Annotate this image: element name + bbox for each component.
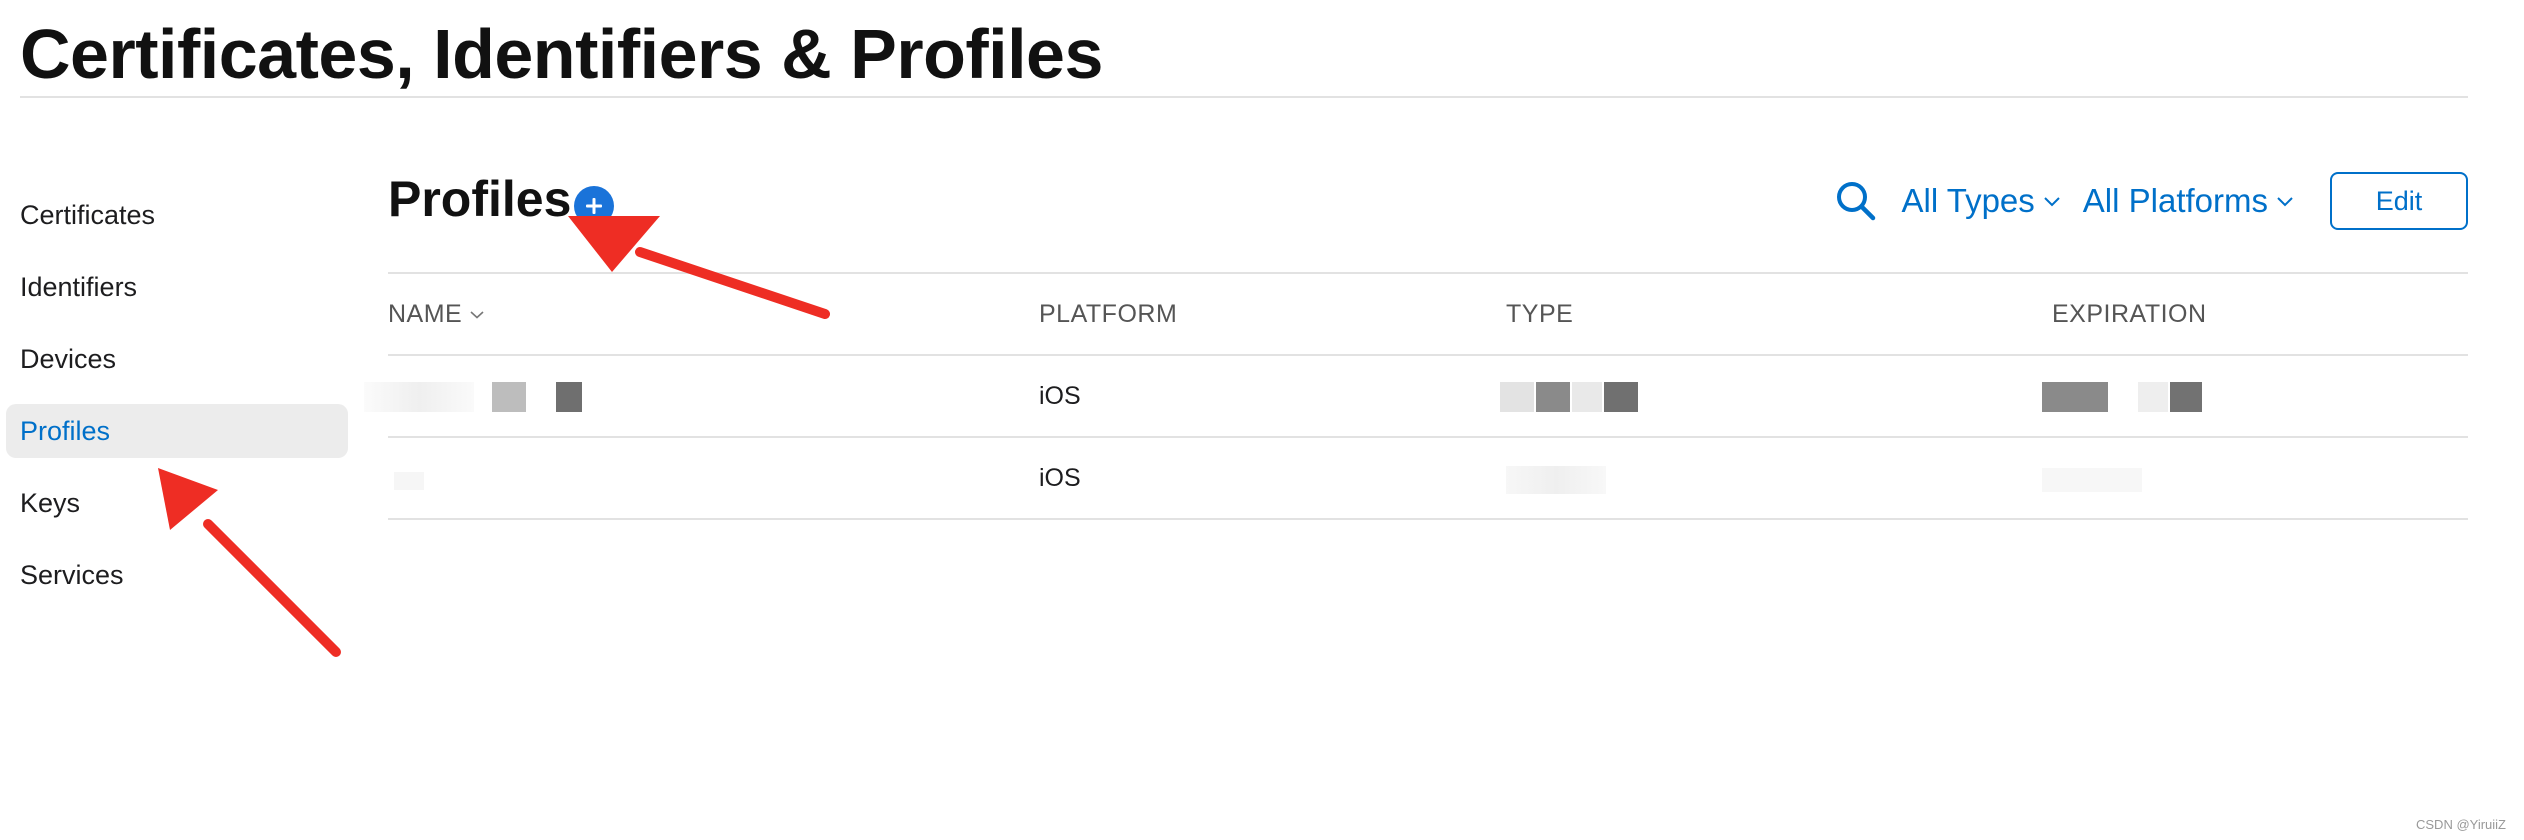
main-content: Profiles All Types All Platforms Edit NA…	[364, 170, 2468, 520]
section-header: Profiles All Types All Platforms Edit	[388, 170, 2468, 270]
watermark: CSDN @YiruiiZ	[2416, 817, 2506, 832]
sidebar-item-identifiers[interactable]: Identifiers	[6, 260, 348, 314]
sidebar-item-profiles[interactable]: Profiles	[6, 404, 348, 458]
table-row[interactable]: iOS	[388, 438, 2468, 520]
sidebar-item-label: Devices	[20, 343, 117, 374]
sort-chevron-icon[interactable]	[470, 310, 484, 319]
redacted-block	[2042, 468, 2142, 492]
platform-cell: iOS	[1039, 381, 1081, 410]
chevron-down-icon	[2277, 197, 2293, 207]
sidebar-item-label: Identifiers	[20, 271, 138, 302]
platform-filter-label: All Platforms	[2082, 182, 2268, 219]
sidebar-item-services[interactable]: Services	[6, 548, 348, 602]
redacted-block	[2138, 382, 2168, 412]
plus-circle-icon	[586, 198, 602, 214]
redacted-block	[1536, 382, 1570, 412]
column-header-label: NAME	[388, 299, 463, 328]
title-divider	[20, 96, 2468, 98]
sidebar: Certificates Identifiers Devices Profile…	[6, 188, 348, 620]
chevron-down-icon	[2044, 197, 2060, 207]
platform-cell: iOS	[1039, 463, 1081, 492]
type-filter-dropdown[interactable]: All Types	[1901, 182, 2060, 220]
section-title: Profiles	[388, 171, 572, 227]
sidebar-item-devices[interactable]: Devices	[6, 332, 348, 386]
column-header-platform: PLATFORM	[1039, 299, 1178, 328]
redacted-block	[394, 472, 424, 490]
redacted-block	[1572, 382, 1602, 412]
redacted-block	[1506, 466, 1606, 494]
sidebar-item-label: Keys	[20, 487, 81, 518]
column-header-type: TYPE	[1506, 299, 1574, 328]
type-filter-label: All Types	[1901, 182, 2035, 219]
column-header-name[interactable]: NAME	[388, 274, 484, 354]
redacted-block	[1604, 382, 1638, 412]
column-header-expiration: EXPIRATION	[2052, 299, 2207, 328]
sidebar-item-keys[interactable]: Keys	[6, 476, 348, 530]
sidebar-item-label: Services	[20, 559, 124, 590]
platform-filter-dropdown[interactable]: All Platforms	[2083, 182, 2294, 220]
table-row[interactable]: iOS	[364, 356, 2468, 438]
page-title: Certificates, Identifiers & Profiles	[20, 15, 1103, 93]
redacted-block	[2170, 382, 2202, 412]
redacted-block	[492, 382, 526, 412]
sidebar-item-label: Profiles	[20, 415, 111, 446]
table-header-row: NAME PLATFORM TYPE EXPIRATION	[388, 274, 2468, 356]
redacted-block	[2042, 382, 2108, 412]
profiles-table: NAME PLATFORM TYPE EXPIRATION iOS iOS	[364, 272, 2468, 520]
sidebar-item-label: Certificates	[20, 199, 156, 230]
redacted-block	[556, 382, 582, 412]
toolbar: All Types All Platforms Edit	[1833, 172, 2468, 230]
add-profile-button[interactable]	[574, 186, 614, 226]
search-icon[interactable]	[1833, 178, 1879, 224]
sidebar-item-certificates[interactable]: Certificates	[6, 188, 348, 242]
redacted-block	[364, 382, 474, 412]
edit-button[interactable]: Edit	[2330, 172, 2468, 230]
redacted-block	[1500, 382, 1534, 412]
